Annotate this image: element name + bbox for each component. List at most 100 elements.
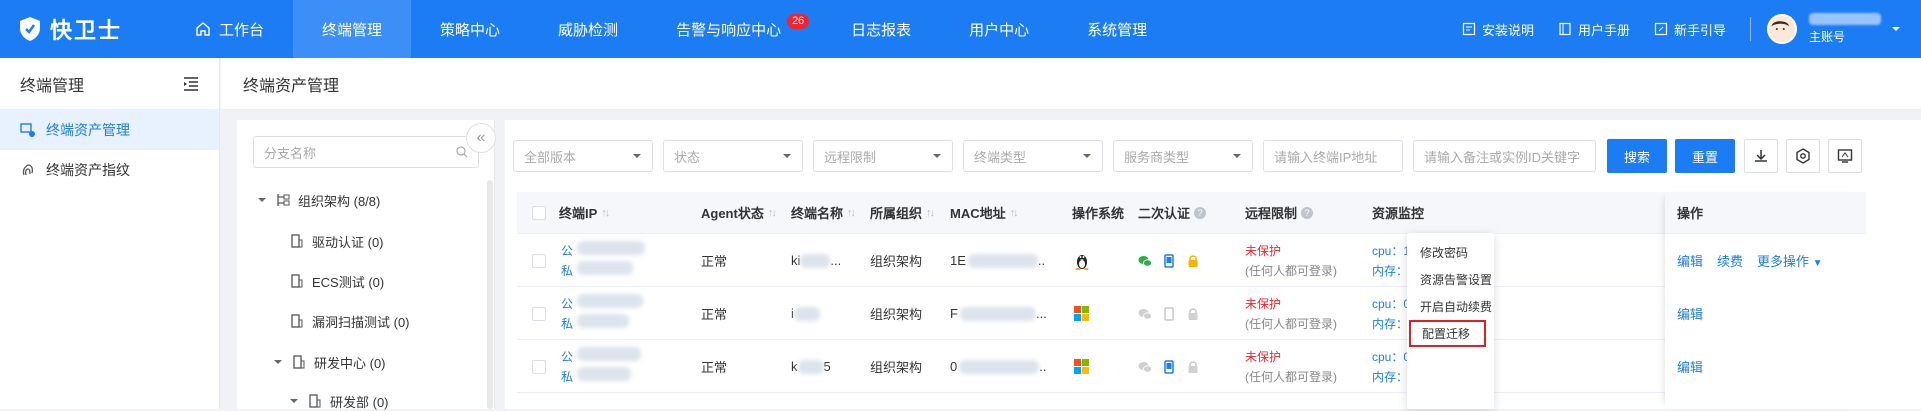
terminal-type-select[interactable]: 终端类型 xyxy=(963,140,1103,172)
remote-detail: (任何人都可登录) xyxy=(1245,369,1337,384)
alert-count-badge: 26 xyxy=(787,14,810,29)
mobile-icon[interactable] xyxy=(1162,306,1176,321)
reset-button[interactable]: 重置 xyxy=(1675,139,1735,173)
help-icon[interactable]: ? xyxy=(1301,206,1314,219)
sort-icon[interactable]: ↑↓ xyxy=(926,207,935,219)
col-agent[interactable]: Agent状态 ↑↓ xyxy=(701,203,777,222)
nav-item-alert-response[interactable]: 告警与响应中心 26 xyxy=(647,0,810,58)
lock-icon[interactable] xyxy=(1186,307,1200,321)
table-row[interactable]: 公 私 正常 k5 组织架构 0.. 未保护 (任何人都可登录) cpu：0% 内存… xyxy=(517,340,1866,393)
edit-link[interactable]: 编辑 xyxy=(1677,251,1703,270)
help-icon[interactable]: ? xyxy=(1194,206,1207,219)
nav-item-system-management[interactable]: 系统管理 xyxy=(1058,0,1176,58)
mac-address: 1E.. xyxy=(950,234,1045,287)
mac-suffix: ... xyxy=(1035,306,1047,321)
sort-icon[interactable]: ↑↓ xyxy=(601,207,610,219)
collapse-tree-button[interactable]: « xyxy=(466,123,496,153)
search-button[interactable]: 搜索 xyxy=(1607,139,1667,173)
terminal-name[interactable]: i xyxy=(791,287,820,340)
row-checkbox[interactable] xyxy=(532,253,546,268)
nav-item-label: 日志报表 xyxy=(851,21,912,39)
col-ip[interactable]: 终端IP ↑↓ xyxy=(559,203,610,222)
nav-item-policy-center[interactable]: 策略中心 xyxy=(411,0,529,58)
terminal-type-placeholder: 终端类型 xyxy=(974,149,1027,165)
more-actions-link[interactable]: 更多操作 ▼ xyxy=(1757,251,1823,270)
select-all-checkbox[interactable] xyxy=(532,205,546,220)
install-guide-link[interactable]: 安装说明 xyxy=(1462,20,1534,39)
nav-item-log-reports[interactable]: 日志报表 xyxy=(822,0,940,58)
tree-node[interactable]: ECS测试 (0) xyxy=(290,271,384,291)
menu-item-config-migration[interactable]: 配置迁移 xyxy=(1409,320,1486,347)
screen-button[interactable] xyxy=(1828,139,1862,173)
row-checkbox[interactable] xyxy=(532,306,546,321)
sort-icon[interactable]: ↑↓ xyxy=(768,207,777,219)
sidebar-item-terminal-assets[interactable]: 终端资产管理 xyxy=(0,110,219,150)
col-org[interactable]: 所属组织 ↑↓ xyxy=(870,203,935,222)
menu-item-auto-renew[interactable]: 开启自动续费 xyxy=(1407,293,1494,320)
provider-type-select[interactable]: 服务商类型 xyxy=(1113,140,1253,172)
user-manual-link[interactable]: 用户手册 xyxy=(1558,20,1630,39)
lock-icon[interactable] xyxy=(1186,254,1200,268)
chevron-down-icon[interactable] xyxy=(1891,24,1901,34)
col-label: 二次认证 xyxy=(1138,206,1191,221)
sort-icon[interactable]: ↑↓ xyxy=(847,207,856,219)
nav-item-workbench[interactable]: 工作台 xyxy=(166,0,293,58)
status-select[interactable]: 状态 xyxy=(663,140,803,172)
terminal-name[interactable]: ki... xyxy=(791,234,841,287)
logo[interactable]: 快卫士 xyxy=(0,13,158,45)
menu-fold-icon[interactable] xyxy=(183,76,199,91)
wechat-icon[interactable] xyxy=(1138,254,1152,268)
col-label: 终端名称 xyxy=(791,206,844,221)
caret-down-icon xyxy=(274,360,282,364)
sort-icon[interactable]: ↑↓ xyxy=(1010,207,1019,219)
mobile-icon[interactable] xyxy=(1162,253,1176,268)
name-suffix: ... xyxy=(830,253,842,268)
tree-node-root[interactable]: 组织架构 (8/8) xyxy=(258,190,380,210)
col-name[interactable]: 终端名称 ↑↓ xyxy=(791,203,856,222)
nav-item-threat-detection[interactable]: 威胁检测 xyxy=(529,0,647,58)
edit-link[interactable]: 编辑 xyxy=(1677,357,1703,376)
nav-item-terminal-management[interactable]: 终端管理 xyxy=(293,0,412,58)
user-info[interactable]: 主账号 xyxy=(1809,13,1881,45)
ip-input[interactable]: 请输入终端IP地址 xyxy=(1263,140,1403,172)
edit-link[interactable]: 编辑 xyxy=(1677,304,1703,323)
row-actions: 编辑 xyxy=(1677,287,1703,340)
col-label: 资源监控 xyxy=(1372,206,1425,221)
col-ops: 操作 xyxy=(1665,192,1866,234)
nav-item-user-center[interactable]: 用户中心 xyxy=(940,0,1058,58)
org-name: 组织架构 xyxy=(870,360,923,375)
remote-limit-cell: 未保护 (任何人都可登录) xyxy=(1245,340,1337,393)
download-button[interactable] xyxy=(1744,139,1778,173)
table-row[interactable]: 公 私 正常 ki... 组织架构 1E.. 未保护 (任何人都可登录) cpu：… xyxy=(517,234,1866,287)
remote-limit-select[interactable]: 远程限制 xyxy=(813,140,953,172)
avatar[interactable] xyxy=(1767,14,1797,44)
mobile-icon[interactable] xyxy=(1162,359,1176,374)
tree-node[interactable]: 研发部 (0) xyxy=(290,391,389,411)
home-icon xyxy=(196,22,210,36)
newbie-guide-link[interactable]: 新手引导 xyxy=(1654,20,1726,39)
branch-search-input[interactable]: 分支名称 xyxy=(253,136,479,168)
col-mac[interactable]: MAC地址 ↑↓ xyxy=(950,203,1019,222)
wechat-icon[interactable] xyxy=(1138,360,1152,374)
version-select[interactable]: 全部版本 xyxy=(513,140,653,172)
linux-icon xyxy=(1075,254,1089,270)
settings-button[interactable] xyxy=(1786,139,1820,173)
keyword-input[interactable]: 请输入备注或实例ID关键字 xyxy=(1413,140,1596,172)
menu-item-change-password[interactable]: 修改密码 xyxy=(1407,239,1494,266)
table-row[interactable]: 公 私 正常 i 组织架构 F... 未保护 (任何人都可登录) cpu：0% 内存… xyxy=(517,287,1866,340)
terminal-name[interactable]: k5 xyxy=(791,340,831,393)
lock-icon[interactable] xyxy=(1186,360,1200,374)
renew-link[interactable]: 续费 xyxy=(1717,251,1743,270)
tree-node[interactable]: 研发中心 (0) xyxy=(274,352,386,372)
sidebar-item-asset-fingerprint[interactable]: 终端资产指纹 xyxy=(0,150,219,190)
tree-node[interactable]: 漏洞扫描测试 (0) xyxy=(290,311,410,331)
name-redacted xyxy=(797,359,824,374)
nav-item-label: 告警与响应中心 xyxy=(676,21,782,39)
wechat-icon[interactable] xyxy=(1138,307,1152,321)
tree-scrollbar[interactable] xyxy=(487,180,493,409)
menu-item-resource-alert[interactable]: 资源告警设置 xyxy=(1407,266,1494,293)
remote-detail: (任何人都可登录) xyxy=(1245,263,1337,278)
tree-node[interactable]: 驱动认证 (0) xyxy=(290,231,384,251)
row-checkbox[interactable] xyxy=(532,359,546,374)
remote-detail: (任何人都可登录) xyxy=(1245,316,1337,331)
